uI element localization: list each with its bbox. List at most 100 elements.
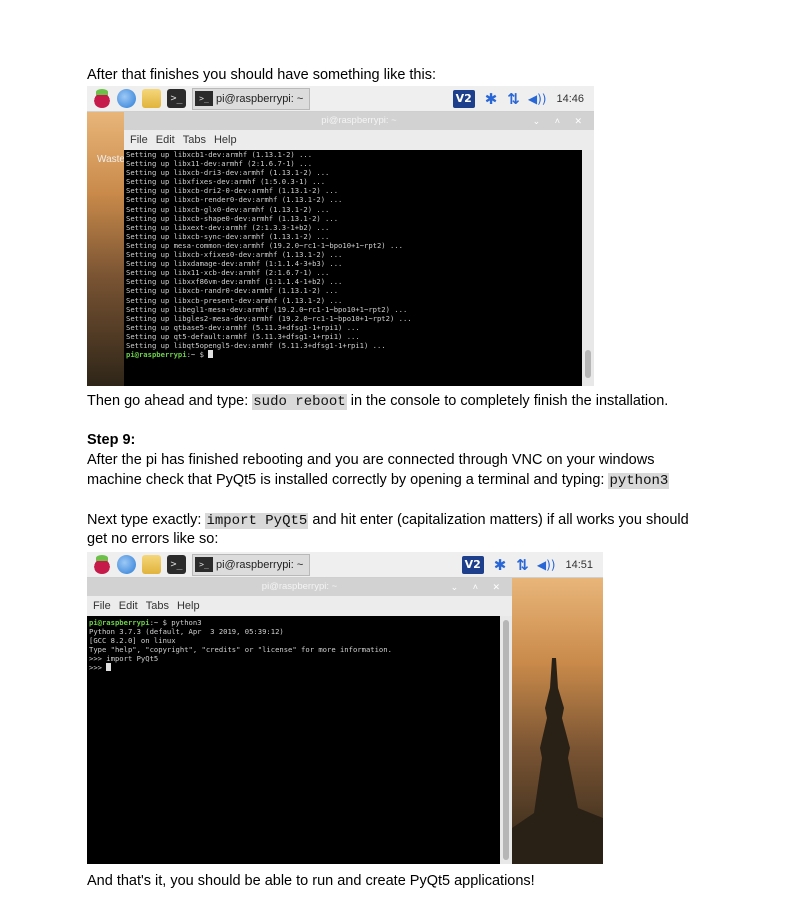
window-controls[interactable]: ⌄ ˄ ✕	[451, 578, 506, 596]
console-line: Setting up libxcb-dri2-0-dev:armhf (1.13…	[126, 186, 339, 196]
scrollbar[interactable]	[500, 616, 512, 864]
console-line: Setting up libx11-dev:armhf (2:1.6.7-1) …	[126, 159, 313, 169]
terminal-icon: >_	[195, 91, 213, 106]
vnc-icon[interactable]: V2	[452, 89, 475, 108]
reboot-text-before: Then go ahead and type:	[87, 393, 253, 409]
prompt-line: pi@raspberrypi:~ $	[126, 350, 582, 359]
console-line: Setting up libxcb1-dev:armhf (1.13.1-2) …	[126, 150, 313, 159]
raspberry-menu-icon[interactable]	[93, 554, 111, 574]
console-line: Setting up qt5-default:armhf (5.11.3+dfs…	[126, 331, 360, 341]
system-tray: V2 ✱ ⇅ ◀)) 14:51	[461, 552, 603, 577]
console-line: Setting up libx11-xcb-dev:armhf (2:1.6.7…	[126, 268, 330, 278]
text-cursor	[106, 663, 112, 672]
menu-help[interactable]: Help	[214, 134, 237, 146]
volume-icon[interactable]: ◀))	[537, 558, 556, 572]
step9-line1: After the pi has finished rebooting and …	[87, 452, 655, 468]
terminal-icon[interactable]: >_	[167, 89, 186, 108]
bluetooth-icon[interactable]: ✱	[485, 90, 498, 108]
window-titlebar: pi@raspberrypi: ~ ⌄ ˄ ✕	[87, 578, 512, 596]
console-line: Setting up libxcb-sync-dev:armhf (1.13.1…	[126, 231, 330, 241]
system-tray: V2 ✱ ⇅ ◀)) 14:46	[452, 86, 594, 111]
terminal-output[interactable]: pi@raspberrypi:~ $ python3 Python 3.7.3 (…	[87, 616, 500, 864]
prompt-user-host: pi@raspberrypi	[126, 350, 187, 360]
terminal-output[interactable]: Setting up libxcb1-dev:armhf (1.13.1-2) …	[124, 150, 582, 386]
menu-edit[interactable]: Edit	[156, 134, 175, 146]
taskbar-terminal-button[interactable]: >_ pi@raspberrypi: ~	[192, 87, 311, 110]
menu-file[interactable]: File	[130, 134, 148, 146]
pagoda-silhouette	[512, 658, 603, 864]
python3-code: python3	[608, 473, 670, 489]
browser-icon[interactable]	[117, 89, 136, 108]
taskbar: >_ >_ pi@raspberrypi: ~ V2 ✱ ⇅ ◀)) 14:51	[87, 552, 603, 578]
bluetooth-icon[interactable]: ✱	[494, 556, 507, 574]
console-line: Setting up libxxf86vm-dev:armhf (1:1.1.4…	[126, 277, 343, 287]
console-line: Setting up qtbase5-dev:armhf (5.11.3+dfs…	[126, 322, 360, 332]
raspberry-menu-icon[interactable]	[93, 88, 111, 108]
folder-icon[interactable]	[142, 555, 161, 574]
menu-help[interactable]: Help	[177, 600, 200, 612]
console-line: Setting up libgles2-mesa-dev:armhf (19.2…	[126, 313, 412, 323]
window-title: pi@raspberrypi: ~	[321, 115, 397, 126]
console-line: Setting up libxcb-xfixes0-dev:armhf (1.1…	[126, 250, 343, 260]
clock: 14:51	[565, 558, 593, 571]
menu-bar: File Edit Tabs Help	[124, 130, 594, 150]
window-controls[interactable]: ⌄ ˄ ✕	[533, 112, 588, 130]
menu-tabs[interactable]: Tabs	[146, 600, 169, 612]
taskbar: >_ >_ pi@raspberrypi: ~ V2 ✱ ⇅ ◀)) 14:46	[87, 86, 594, 112]
console-line: Setting up mesa-common-dev:armhf (19.2.0…	[126, 240, 403, 250]
window-titlebar: pi@raspberrypi: ~ ⌄ ˄ ✕	[124, 112, 594, 130]
step9-heading: Step 9:	[87, 432, 136, 448]
scrollbar-thumb[interactable]	[503, 620, 509, 860]
menu-edit[interactable]: Edit	[119, 600, 138, 612]
intro-text: After that finishes you should have some…	[87, 67, 436, 83]
next-text-after: and hit enter (capitalization matters) i…	[308, 512, 689, 528]
prompt-tail: :~ $ python3	[149, 618, 202, 627]
reboot-paragraph: Then go ahead and type: sudo reboot in t…	[87, 392, 668, 412]
desktop-label: Waste	[97, 154, 125, 165]
terminal-icon: >_	[195, 557, 213, 572]
taskbar-terminal-button[interactable]: >_ pi@raspberrypi: ~	[192, 553, 311, 576]
menu-file[interactable]: File	[93, 600, 111, 612]
reboot-text-after: in the console to completely finish the …	[346, 393, 669, 409]
console-line: Setting up libxcb-randr0-dev:armhf (1.13…	[126, 286, 339, 296]
menu-tabs[interactable]: Tabs	[183, 134, 206, 146]
browser-icon[interactable]	[117, 555, 136, 574]
screenshot-install: Waste >_ >_ pi@raspberrypi: ~ V2 ✱ ⇅ ◀)) …	[87, 86, 594, 386]
console-line: Setting up libqt5opengl5-dev:armhf (5.11…	[126, 340, 386, 350]
volume-icon[interactable]: ◀))	[528, 92, 547, 106]
window-title: pi@raspberrypi: ~	[261, 581, 338, 592]
step9-line2: machine check that PyQt5 is installed co…	[87, 471, 670, 491]
next-line1: Next type exactly: import PyQt5 and hit …	[87, 511, 689, 531]
console-line: Setting up libxcb-render0-dev:armhf (1.1…	[126, 195, 343, 205]
outro-text: And that's it, you should be able to run…	[87, 873, 535, 889]
console-line: Setting up libxcb-dri3-dev:armhf (1.13.1…	[126, 168, 330, 178]
scrollbar[interactable]	[582, 150, 594, 386]
network-icon[interactable]: ⇅	[516, 556, 529, 574]
console-line: Setting up libxdamage-dev:armhf (1:1.1.4…	[126, 259, 343, 269]
screenshot-python: >_ >_ pi@raspberrypi: ~ V2 ✱ ⇅ ◀)) 14:51 …	[87, 552, 603, 864]
vnc-icon[interactable]: V2	[461, 555, 484, 574]
console-line: Setting up libxfixes-dev:armhf (1:5.0.3-…	[126, 177, 326, 187]
console-line: >>> import PyQt5	[89, 654, 159, 664]
scrollbar-thumb[interactable]	[585, 350, 591, 378]
prompt-line: pi@raspberrypi:~ $ python3	[89, 618, 500, 627]
folder-icon[interactable]	[142, 89, 161, 108]
terminal-window: pi@raspberrypi: ~ ⌄ ˄ ✕ File Edit Tabs Help…	[124, 112, 594, 386]
step9-text: machine check that PyQt5 is installed co…	[87, 472, 609, 488]
console-line: Setting up libxcb-present-dev:armhf (1.1…	[126, 295, 343, 305]
console-line: Python 3.7.3 (default, Apr 3 2019, 05:39…	[89, 627, 284, 637]
taskbar-terminal-label: pi@raspberrypi: ~	[216, 558, 304, 571]
clock: 14:46	[556, 92, 584, 105]
console-line: Setting up libxcb-shape0-dev:armhf (1.13…	[126, 213, 339, 223]
console-line: Type "help", "copyright", "credits" or "…	[89, 645, 392, 655]
next-text-before: Next type exactly:	[87, 512, 206, 528]
next-line2: get no errors like so:	[87, 531, 219, 547]
text-cursor	[208, 350, 214, 359]
console-line: Setting up libxcb-glx0-dev:armhf (1.13.1…	[126, 204, 330, 214]
console-line: >>>	[89, 663, 500, 672]
import-code: import PyQt5	[205, 513, 309, 529]
terminal-icon[interactable]: >_	[167, 555, 186, 574]
menu-bar: File Edit Tabs Help	[87, 596, 512, 616]
network-icon[interactable]: ⇅	[507, 90, 520, 108]
console-line: Setting up libegl1-mesa-dev:armhf (19.2.…	[126, 304, 408, 314]
